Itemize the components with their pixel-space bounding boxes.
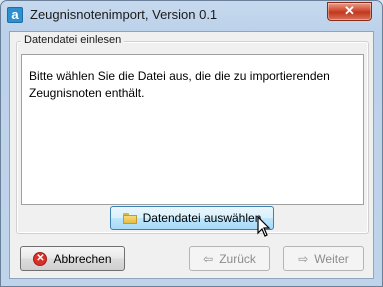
cancel-button[interactable]: ✕ Abbrechen (20, 246, 125, 271)
instruction-panel: Bitte wählen Sie die Datei aus, die die … (21, 54, 364, 205)
title-bar[interactable]: a Zeugnisnotenimport, Version 0.1 ✕ (1, 1, 382, 31)
arrow-right-icon: ⇨ (298, 251, 309, 266)
cancel-icon: ✕ (33, 251, 48, 266)
folder-icon (122, 212, 137, 224)
instruction-text: Bitte wählen Sie die Datei aus, die die … (29, 69, 330, 100)
app-icon: a (7, 7, 23, 23)
mouse-cursor-icon (257, 216, 271, 237)
window-title: Zeugnisnotenimport, Version 0.1 (30, 7, 218, 22)
select-data-file-label: Datendatei auswählen (142, 211, 262, 225)
groupbox-title: Datendatei einlesen (21, 34, 125, 46)
back-button[interactable]: ⇦ Zurück (189, 246, 270, 271)
dialog-body: Datendatei einlesen Bitte wählen Sie die… (9, 31, 374, 279)
arrow-left-icon: ⇦ (203, 251, 214, 266)
next-button[interactable]: ⇨ Weiter (283, 246, 364, 271)
dialog-window: a Zeugnisnotenimport, Version 0.1 ✕ Date… (0, 0, 383, 287)
close-button[interactable]: ✕ (327, 2, 372, 21)
cancel-label: Abbrechen (53, 251, 112, 266)
close-icon: ✕ (344, 3, 355, 18)
back-label: Zurück (219, 251, 256, 266)
next-label: Weiter (314, 251, 349, 266)
select-data-file-button[interactable]: Datendatei auswählen (110, 206, 274, 230)
